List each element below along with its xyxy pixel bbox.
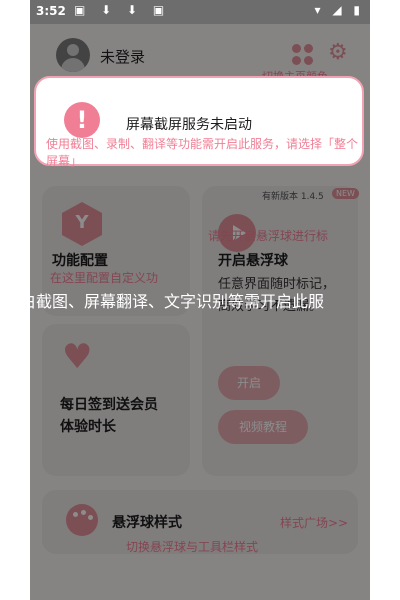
- status-bar: 3:52 ▣ ⬇ ⬇ ▣ ▾ ◢ ▮: [30, 0, 370, 24]
- phone-screen: 3:52 ▣ ⬇ ⬇ ▣ ▾ ◢ ▮ 未登录 ⚙ 切换主页颜色 Y 功能配置 在…: [30, 0, 370, 600]
- dialog-title: 屏幕截屏服务未启动: [126, 117, 252, 133]
- notification-icons: ▣ ⬇ ⬇ ▣: [74, 3, 171, 17]
- toast-message: 白截图、屏幕翻译、文字识别等需开启此服: [30, 292, 325, 311]
- status-time: 3:52: [36, 4, 66, 18]
- dialog-message: 使用截图、录制、翻译等功能需开启此服务，请选择「整个屏幕」: [46, 137, 359, 168]
- system-icons: ▾ ◢ ▮: [314, 3, 364, 17]
- warning-icon: !: [64, 102, 100, 138]
